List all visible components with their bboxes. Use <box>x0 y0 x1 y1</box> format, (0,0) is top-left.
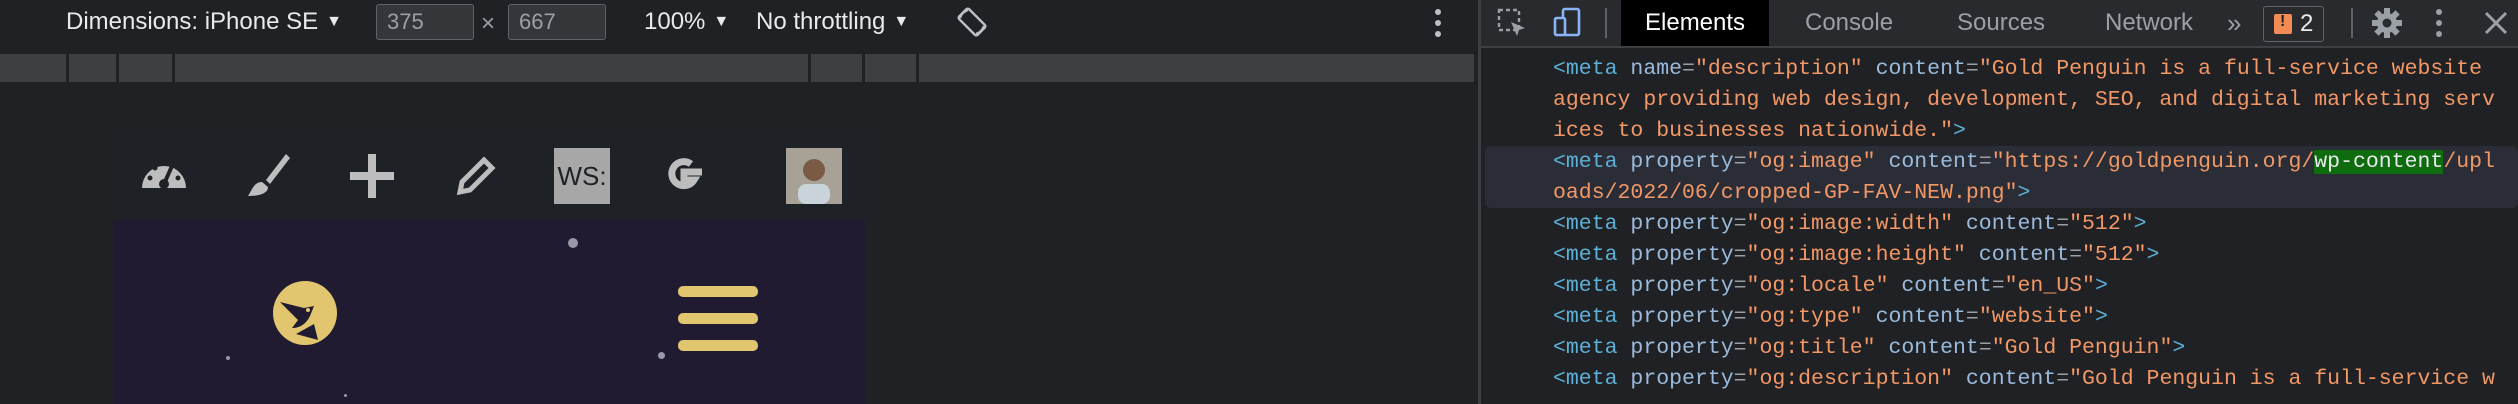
device-toggle-icon[interactable] <box>1551 6 1585 40</box>
hamburger-menu-icon[interactable] <box>678 286 758 352</box>
site-header <box>114 220 866 404</box>
more-options-icon[interactable] <box>1432 6 1444 40</box>
dom-line[interactable]: <meta property="og:image" content="https… <box>1553 147 2495 178</box>
user-avatar[interactable] <box>786 148 842 204</box>
dom-line[interactable]: <meta property="og:type" content="websit… <box>1553 302 2108 333</box>
tab-sources[interactable]: Sources <box>1933 0 2069 46</box>
dom-line[interactable]: <meta property="og:image:height" content… <box>1553 240 2159 271</box>
dom-line[interactable]: <meta name="description" content="Gold P… <box>1553 54 2482 85</box>
issues-counter[interactable]: 2 <box>2263 6 2325 42</box>
device-toolbar: Dimensions: iPhone SE ▼ × 100% ▼ No thro… <box>0 0 1478 48</box>
rotate-icon[interactable] <box>956 6 988 38</box>
media-query-bar[interactable] <box>0 54 1474 82</box>
devtools-panel: Elements Console Sources Network » 2 <me… <box>1481 0 2518 404</box>
more-tabs-button[interactable]: » <box>2217 0 2251 46</box>
devtools-toolbar: Elements Console Sources Network » 2 <box>1481 0 2518 48</box>
dom-line[interactable]: <meta property="og:description" content=… <box>1553 364 2495 395</box>
zoom-label: 100% <box>644 8 706 35</box>
new-plus-icon[interactable] <box>346 150 398 202</box>
tab-console[interactable]: Console <box>1781 0 1917 46</box>
ws-icon[interactable]: WS: <box>554 148 610 204</box>
dom-line[interactable]: agency providing web design, development… <box>1553 85 2495 116</box>
dashboard-icon[interactable] <box>138 150 190 202</box>
wp-admin-bar: WS: <box>114 130 866 220</box>
throttling-label: No throttling <box>756 8 886 35</box>
issue-icon <box>2274 13 2292 34</box>
device-emulation-pane: Dimensions: iPhone SE ▼ × 100% ▼ No thro… <box>0 0 1478 404</box>
caret-down-icon: ▼ <box>326 13 342 30</box>
dom-line[interactable]: <meta property="og:locale" content="en_U… <box>1553 271 2108 302</box>
search-highlight: wp-content <box>2314 150 2444 174</box>
dom-line[interactable]: <meta property="og:title" content="Gold … <box>1553 333 2185 364</box>
google-icon[interactable] <box>658 150 710 202</box>
issues-count: 2 <box>2300 10 2314 37</box>
dimensions-label: Dimensions: iPhone SE <box>66 8 319 35</box>
settings-gear-icon[interactable] <box>2371 7 2403 39</box>
customize-brush-icon[interactable] <box>242 150 294 202</box>
dom-line[interactable]: oads/2022/06/cropped-GP-FAV-NEW.png"> <box>1553 178 2030 209</box>
device-viewport: WS: <box>114 130 866 404</box>
dom-line[interactable]: <meta property="og:image:width" content=… <box>1553 209 2147 240</box>
width-input[interactable] <box>376 4 474 40</box>
throttling-dropdown[interactable]: No throttling ▼ <box>756 8 909 36</box>
edit-pencil-icon[interactable] <box>450 150 502 202</box>
dimensions-dropdown[interactable]: Dimensions: iPhone SE ▼ <box>66 8 342 36</box>
inspect-element-icon[interactable] <box>1495 6 1529 40</box>
site-logo[interactable] <box>270 280 340 350</box>
times-sign: × <box>481 10 496 37</box>
dom-line[interactable]: ices to businesses nationwide."> <box>1553 116 1966 147</box>
zoom-dropdown[interactable]: 100% ▼ <box>644 8 729 36</box>
caret-down-icon: ▼ <box>893 13 910 30</box>
tab-elements[interactable]: Elements <box>1621 0 1770 46</box>
dom-tree: <meta name="description" content="Gold P… <box>1481 50 2518 404</box>
customize-devtools-icon[interactable] <box>2433 6 2445 40</box>
tab-network[interactable]: Network <box>2081 0 2217 46</box>
height-input[interactable] <box>508 4 606 40</box>
close-icon[interactable] <box>2481 8 2511 38</box>
caret-down-icon: ▼ <box>713 13 730 30</box>
